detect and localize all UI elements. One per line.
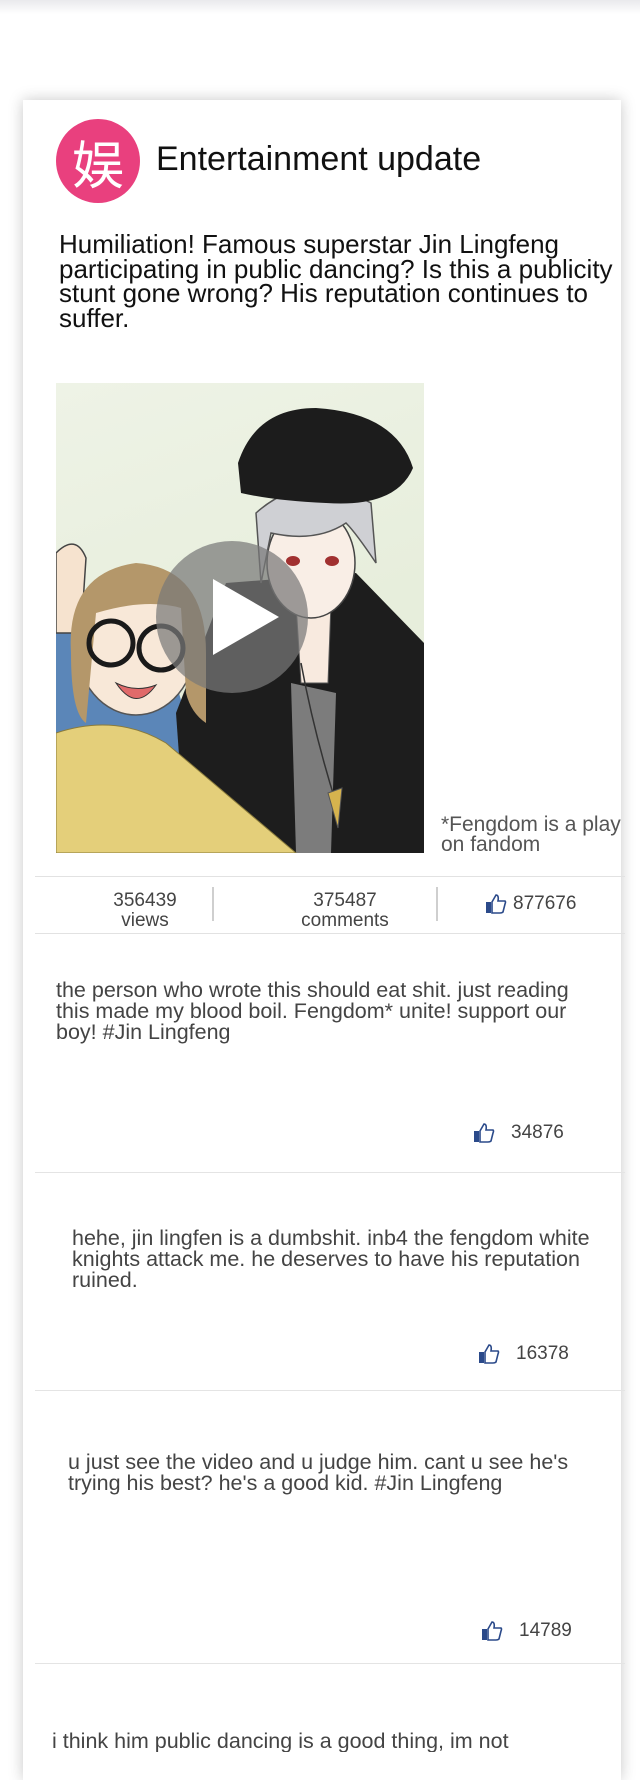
comments-stat[interactable]: 375487 comments (275, 891, 415, 931)
comment-text: the person who wrote this should eat shi… (56, 978, 569, 1044)
thumbs-up-icon (482, 1621, 503, 1641)
comment-text: u just see the video and u judge him. ca… (68, 1450, 569, 1495)
comment-divider (35, 1172, 625, 1173)
comment-like-count: 34876 (511, 1122, 564, 1143)
footnote: *Fengdom is a play on fandom (441, 813, 621, 856)
top-shadow (0, 0, 640, 14)
comment-like-count: 14789 (519, 1620, 572, 1641)
app-title: Entertainment update (156, 140, 482, 178)
comment-like-button[interactable]: 34876 (473, 1122, 564, 1144)
article-card (23, 100, 621, 1780)
comments-label: comments (301, 910, 389, 931)
video-player[interactable] (56, 383, 424, 853)
views-stat: 356439 views (90, 891, 200, 931)
stats-bar: 356439 views 375487 comments 877676 (35, 876, 625, 934)
comment-text: hehe, jin lingfen is a dumbshit. inb4 th… (72, 1226, 590, 1292)
views-label: views (121, 910, 169, 931)
comment-like-button[interactable]: 16378 (478, 1343, 569, 1365)
stats-divider (436, 887, 438, 921)
play-icon[interactable] (156, 541, 308, 693)
views-count: 356439 (113, 890, 177, 911)
stats-divider (212, 887, 214, 921)
comment-divider (35, 1663, 625, 1664)
comment-like-button[interactable]: 14789 (481, 1620, 572, 1642)
article-headline: Humiliation! Famous superstar Jin Lingfe… (59, 229, 613, 333)
likes-count: 877676 (513, 893, 577, 914)
comment-like-count: 16378 (516, 1343, 569, 1364)
likes-stat[interactable]: 877676 (485, 893, 576, 915)
app-logo: 娱 (56, 119, 140, 203)
thumbs-up-icon (486, 894, 507, 914)
comment-divider (35, 1390, 625, 1391)
comments-count: 375487 (313, 890, 377, 911)
thumbs-up-icon (474, 1123, 495, 1143)
thumbs-up-icon (479, 1344, 500, 1364)
